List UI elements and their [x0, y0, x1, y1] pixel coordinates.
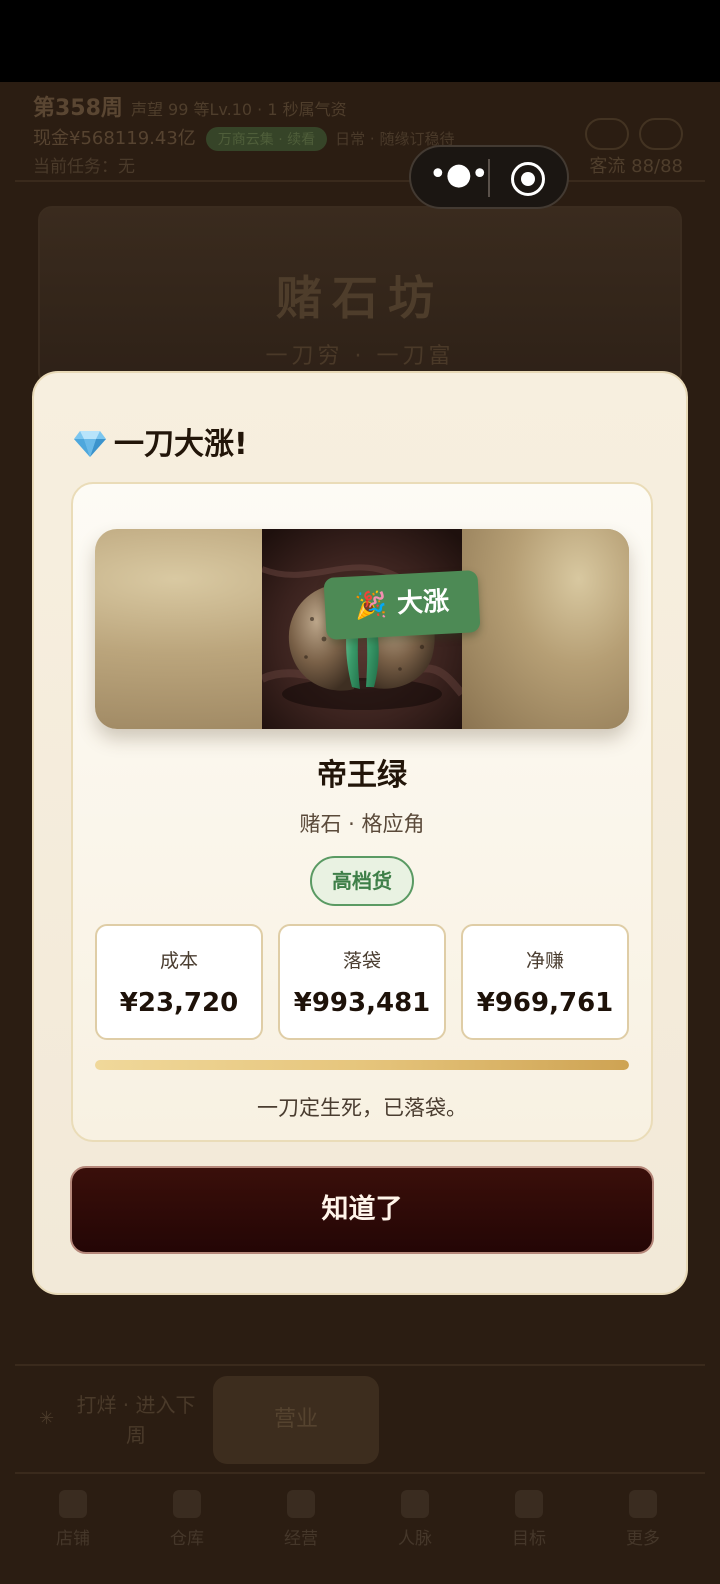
stat-value: ¥969,761	[476, 988, 614, 1018]
progress-bar	[95, 1060, 629, 1070]
stat-cost: 成本 ¥23,720	[95, 924, 263, 1040]
tab-warehouse[interactable]: 仓库	[142, 1490, 232, 1549]
stat-cashout: 落袋 ¥993,481	[278, 924, 446, 1040]
open-business-button[interactable]: 营业	[213, 1376, 379, 1464]
header-line-2: 现金¥568119.43亿 万商云集 · 续看 日常 · 随缘订稳待	[33, 124, 454, 151]
customer-count: 客流 88/88	[589, 156, 683, 177]
progress-fill	[95, 1060, 629, 1070]
miniprogram-close-icon[interactable]	[511, 162, 545, 196]
miniprogram-capsule: •●•	[409, 145, 569, 209]
header-circle-button[interactable]	[639, 118, 683, 150]
warehouse-icon	[173, 1490, 201, 1518]
stat-label: 落袋	[342, 950, 381, 972]
result-footnote: 一刀定生死，已落袋。	[257, 1096, 467, 1120]
sparkle-icon: ✳	[39, 1408, 55, 1429]
modal-title-text: 一刀大涨!	[114, 427, 248, 462]
people-icon	[401, 1490, 429, 1518]
result-tag-label: 大涨	[396, 586, 450, 620]
shop-icon	[59, 1490, 87, 1518]
grade-badge: 高档货	[310, 856, 414, 906]
stat-profit: 净赚 ¥969,761	[461, 924, 629, 1040]
stat-label: 净赚	[525, 950, 564, 972]
image-backdrop	[461, 529, 629, 729]
status-chip[interactable]: 万商云集 · 续看	[205, 127, 328, 151]
result-tag: 🎉 大涨	[323, 570, 481, 640]
cash-label: 现金¥568119.43亿	[33, 128, 196, 149]
modal-title: 一刀大涨!	[72, 419, 248, 464]
tab-target[interactable]: 目标	[484, 1490, 574, 1549]
game-header: 第358周 声望 99 等Lv.10 · 1 秒属气资 现金¥568119.43亿…	[15, 82, 705, 182]
stat-value: ¥993,481	[293, 988, 431, 1018]
stat-label: 成本	[159, 950, 198, 972]
banner-title: 赌石坊	[276, 271, 444, 325]
result-card: 🎉 大涨 帝王绿 赌石 · 格应角 高档货 成本 ¥23,720 落袋 ¥993,…	[71, 482, 653, 1142]
confirm-button[interactable]: 知道了	[70, 1166, 654, 1254]
banner-subtitle: 一刀穷 · 一刀富	[265, 344, 455, 369]
item-meta: 赌石 · 格应角	[299, 812, 425, 836]
action-bar: ✳ 打烊 · 进入下周 营业	[15, 1364, 705, 1474]
status-bar	[0, 0, 720, 82]
capsule-divider	[488, 159, 490, 197]
result-modal: 一刀大涨! 🎉 大涨 帝王绿 赌石 · 格应角 高档货 成本 ¥23,720 落…	[32, 371, 688, 1295]
target-icon	[515, 1490, 543, 1518]
more-dots-icon[interactable]: •●•	[429, 158, 489, 196]
header-line-1: 第358周 声望 99 等Lv.10 · 1 秒属气资	[33, 90, 347, 122]
stat-value: ¥23,720	[119, 988, 239, 1018]
tab-people[interactable]: 人脉	[370, 1490, 460, 1549]
header-circle-button[interactable]	[585, 118, 629, 150]
business-icon	[287, 1490, 315, 1518]
shop-banner: 赌石坊 一刀穷 · 一刀富	[38, 206, 682, 386]
tab-business[interactable]: 经营	[256, 1490, 346, 1549]
week-label: 第358周	[33, 96, 123, 121]
more-icon	[629, 1490, 657, 1518]
current-task: 当前任务：无	[33, 157, 135, 177]
reputation-text: 声望 99 等Lv.10 · 1 秒属气资	[130, 100, 347, 119]
tab-more[interactable]: 更多	[598, 1490, 688, 1549]
close-shop-button[interactable]: ✳ 打烊 · 进入下周	[39, 1390, 201, 1450]
item-name: 帝王绿	[317, 758, 407, 793]
party-popper-icon: 🎉	[354, 589, 388, 622]
tab-shop[interactable]: 店铺	[28, 1490, 118, 1549]
gem-icon	[74, 430, 106, 457]
close-shop-label: 打烊 · 进入下周	[76, 1393, 196, 1447]
tab-bar: 店铺 仓库 经营 人脉 目标 更多	[0, 1472, 720, 1584]
